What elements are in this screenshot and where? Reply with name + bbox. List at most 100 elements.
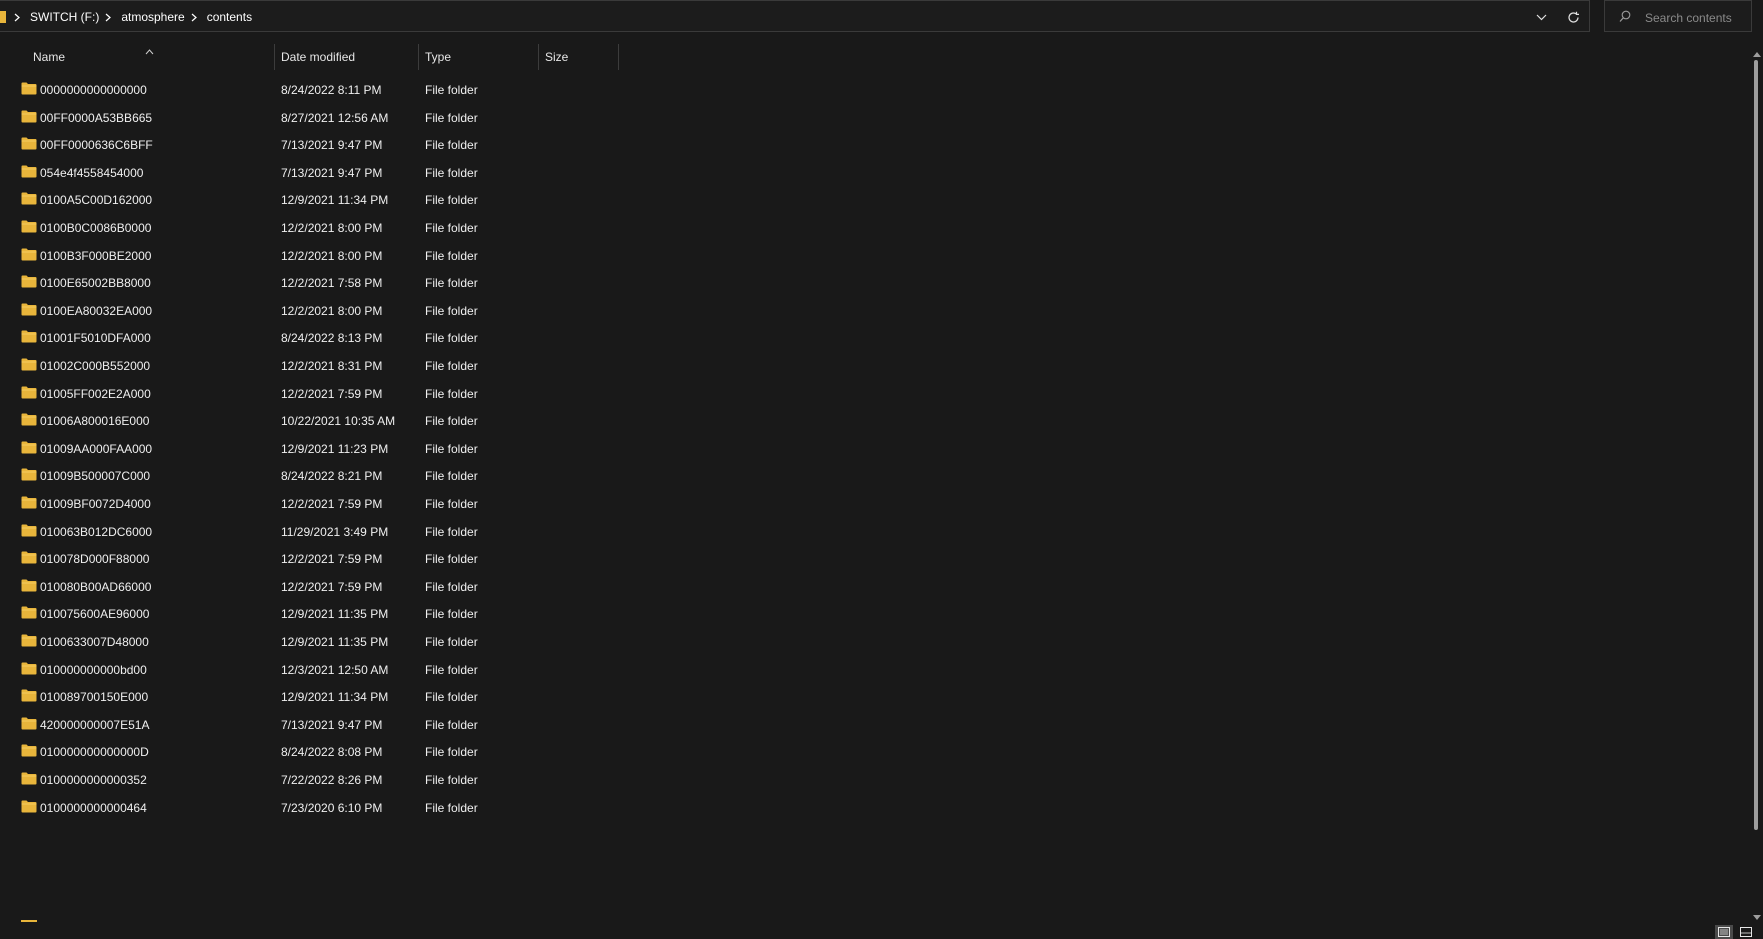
file-date-modified: 12/9/2021 11:23 PM — [281, 441, 389, 456]
file-row[interactable]: 01009AA000FAA000 12/9/2021 11:23 PM File… — [0, 433, 1750, 464]
file-type: File folder — [425, 386, 478, 401]
file-row[interactable]: 010080B00AD66000 12/2/2021 7:59 PM File … — [0, 571, 1750, 602]
folder-icon — [21, 386, 37, 399]
column-headers: Name Date modified Type Size — [0, 42, 1750, 72]
file-row[interactable]: 0100000000000464 7/23/2020 6:10 PM File … — [0, 792, 1750, 823]
folder-icon — [21, 303, 37, 316]
search-icon — [1619, 10, 1631, 26]
breadcrumb-item-contents[interactable]: contents — [207, 10, 252, 24]
column-divider[interactable] — [538, 44, 539, 70]
column-header-type[interactable]: Type — [425, 42, 537, 72]
chevron-down-icon[interactable] — [1530, 7, 1552, 27]
breadcrumb-item-atmosphere[interactable]: atmosphere — [121, 10, 184, 24]
scrollbar-thumb[interactable] — [1754, 60, 1758, 830]
folder-icon — [21, 496, 37, 509]
folder-icon — [21, 744, 37, 757]
column-header-size-label: Size — [545, 50, 569, 64]
file-type: File folder — [425, 552, 478, 567]
refresh-icon[interactable] — [1562, 7, 1584, 27]
file-date-modified: 8/27/2021 12:56 AM — [281, 110, 389, 125]
column-divider[interactable] — [274, 44, 275, 70]
file-type: File folder — [425, 469, 478, 484]
column-header-name-label: Name — [33, 50, 66, 64]
file-type: File folder — [425, 800, 478, 815]
chevron-right-icon[interactable] — [191, 13, 199, 22]
scroll-up-arrow-icon[interactable] — [1753, 46, 1761, 60]
search-box[interactable] — [1604, 0, 1752, 32]
file-date-modified: 8/24/2022 8:13 PM — [281, 331, 383, 346]
column-header-date-label: Date modified — [281, 50, 356, 64]
column-header-date[interactable]: Date modified — [281, 42, 418, 72]
file-type: File folder — [425, 524, 478, 539]
file-row[interactable]: 0100000000000352 7/22/2022 8:26 PM File … — [0, 764, 1750, 795]
file-row[interactable]: 0100B3F000BE2000 12/2/2021 8:00 PM File … — [0, 240, 1750, 271]
column-header-type-label: Type — [425, 50, 452, 64]
large-icons-view-icon[interactable] — [1737, 925, 1755, 939]
file-type: File folder — [425, 497, 478, 511]
file-row[interactable]: 010075600AE96000 12/9/2021 11:35 PM File… — [0, 598, 1750, 629]
file-date-modified: 8/24/2022 8:08 PM — [281, 745, 383, 760]
file-date-modified: 7/13/2021 9:47 PM — [281, 717, 383, 732]
folder-icon — [21, 110, 37, 123]
column-header-size[interactable]: Size — [545, 42, 618, 72]
file-date-modified: 12/2/2021 8:00 PM — [281, 221, 383, 235]
address-bar[interactable]: SWITCH (F:) atmosphere contents — [0, 0, 1590, 32]
column-divider[interactable] — [618, 44, 619, 70]
file-row[interactable]: 0100A5C00D162000 12/9/2021 11:34 PM File… — [0, 184, 1750, 215]
file-name: 010075600AE96000 — [40, 607, 150, 622]
file-row[interactable]: 01009B500007C000 8/24/2022 8:21 PM File … — [0, 460, 1750, 491]
file-row[interactable]: 01009BF0072D4000 12/2/2021 7:59 PM File … — [0, 488, 1750, 519]
file-row[interactable]: 010078D000F88000 12/2/2021 7:59 PM File … — [0, 543, 1750, 574]
chevron-right-icon[interactable] — [105, 13, 113, 22]
file-name: 01002C000B552000 — [40, 359, 151, 373]
file-row[interactable]: 01006A800016E000 10/22/2021 10:35 AM Fil… — [0, 405, 1750, 436]
file-row[interactable]: 00FF0000A53BB665 8/27/2021 12:56 AM File… — [0, 102, 1750, 133]
file-name: 01009AA000FAA000 — [40, 441, 153, 456]
vertical-scrollbar[interactable] — [1750, 42, 1763, 922]
file-row[interactable]: 0100B0C0086B0000 12/2/2021 8:00 PM File … — [0, 212, 1750, 243]
chevron-right-icon[interactable] — [14, 13, 22, 22]
details-view-icon[interactable] — [1715, 925, 1733, 939]
file-row[interactable]: 0000000000000000 8/24/2022 8:11 PM File … — [0, 74, 1750, 105]
file-name: 0100000000000464 — [40, 800, 147, 815]
file-type: File folder — [425, 331, 478, 346]
column-header-name[interactable]: Name — [33, 42, 273, 72]
file-row[interactable]: 010063B012DC6000 11/29/2021 3:49 PM File… — [0, 516, 1750, 547]
folder-icon — [21, 413, 37, 426]
file-type: File folder — [425, 745, 478, 760]
search-input[interactable] — [1643, 8, 1752, 28]
file-name: 0100B3F000BE2000 — [40, 248, 152, 263]
file-row[interactable]: 00FF0000636C6BFF 7/13/2021 9:47 PM File … — [0, 129, 1750, 160]
file-date-modified: 12/9/2021 11:34 PM — [281, 690, 389, 705]
folder-icon — [21, 165, 37, 178]
file-row[interactable]: 01002C000B552000 12/2/2021 8:31 PM File … — [0, 350, 1750, 381]
file-name: 0100A5C00D162000 — [40, 193, 153, 208]
file-name: 01009B500007C000 — [40, 469, 151, 484]
folder-icon — [21, 689, 37, 702]
file-date-modified: 12/2/2021 7:59 PM — [281, 579, 383, 594]
breadcrumb-item-drive[interactable]: SWITCH (F:) — [30, 10, 99, 24]
file-date-modified: 12/3/2021 12:50 AM — [281, 662, 389, 677]
file-row[interactable]: 420000000007E51A 7/13/2021 9:47 PM File … — [0, 709, 1750, 740]
file-list: 0000000000000000 8/24/2022 8:11 PM File … — [0, 74, 1750, 934]
file-row[interactable]: 0100EA80032EA000 12/2/2021 8:00 PM File … — [0, 295, 1750, 326]
folder-icon — [21, 524, 37, 537]
file-type: File folder — [425, 579, 478, 594]
navigation-bar: SWITCH (F:) atmosphere contents — [0, 0, 1763, 33]
column-divider[interactable] — [418, 44, 419, 70]
file-row[interactable]: 010000000000bd00 12/3/2021 12:50 AM File… — [0, 654, 1750, 685]
file-row[interactable]: 0100E65002BB8000 12/2/2021 7:58 PM File … — [0, 267, 1750, 298]
folder-icon — [21, 358, 37, 371]
file-type: File folder — [425, 607, 478, 622]
file-row[interactable]: 01005FF002E2A000 12/2/2021 7:59 PM File … — [0, 378, 1750, 409]
file-row[interactable]: 01001F5010DFA000 8/24/2022 8:13 PM File … — [0, 322, 1750, 353]
file-row[interactable]: 010089700150E000 12/9/2021 11:34 PM File… — [0, 681, 1750, 712]
file-date-modified: 12/2/2021 7:58 PM — [281, 276, 383, 291]
folder-icon — [21, 82, 37, 95]
file-date-modified: 12/2/2021 8:31 PM — [281, 359, 383, 373]
file-row[interactable]: 0100633007D48000 12/9/2021 11:35 PM File… — [0, 626, 1750, 657]
file-type: File folder — [425, 359, 478, 373]
file-row[interactable]: 054e4f4558454000 7/13/2021 9:47 PM File … — [0, 157, 1750, 188]
file-row[interactable]: 010000000000000D 8/24/2022 8:08 PM File … — [0, 736, 1750, 767]
file-name: 010089700150E000 — [40, 690, 149, 705]
